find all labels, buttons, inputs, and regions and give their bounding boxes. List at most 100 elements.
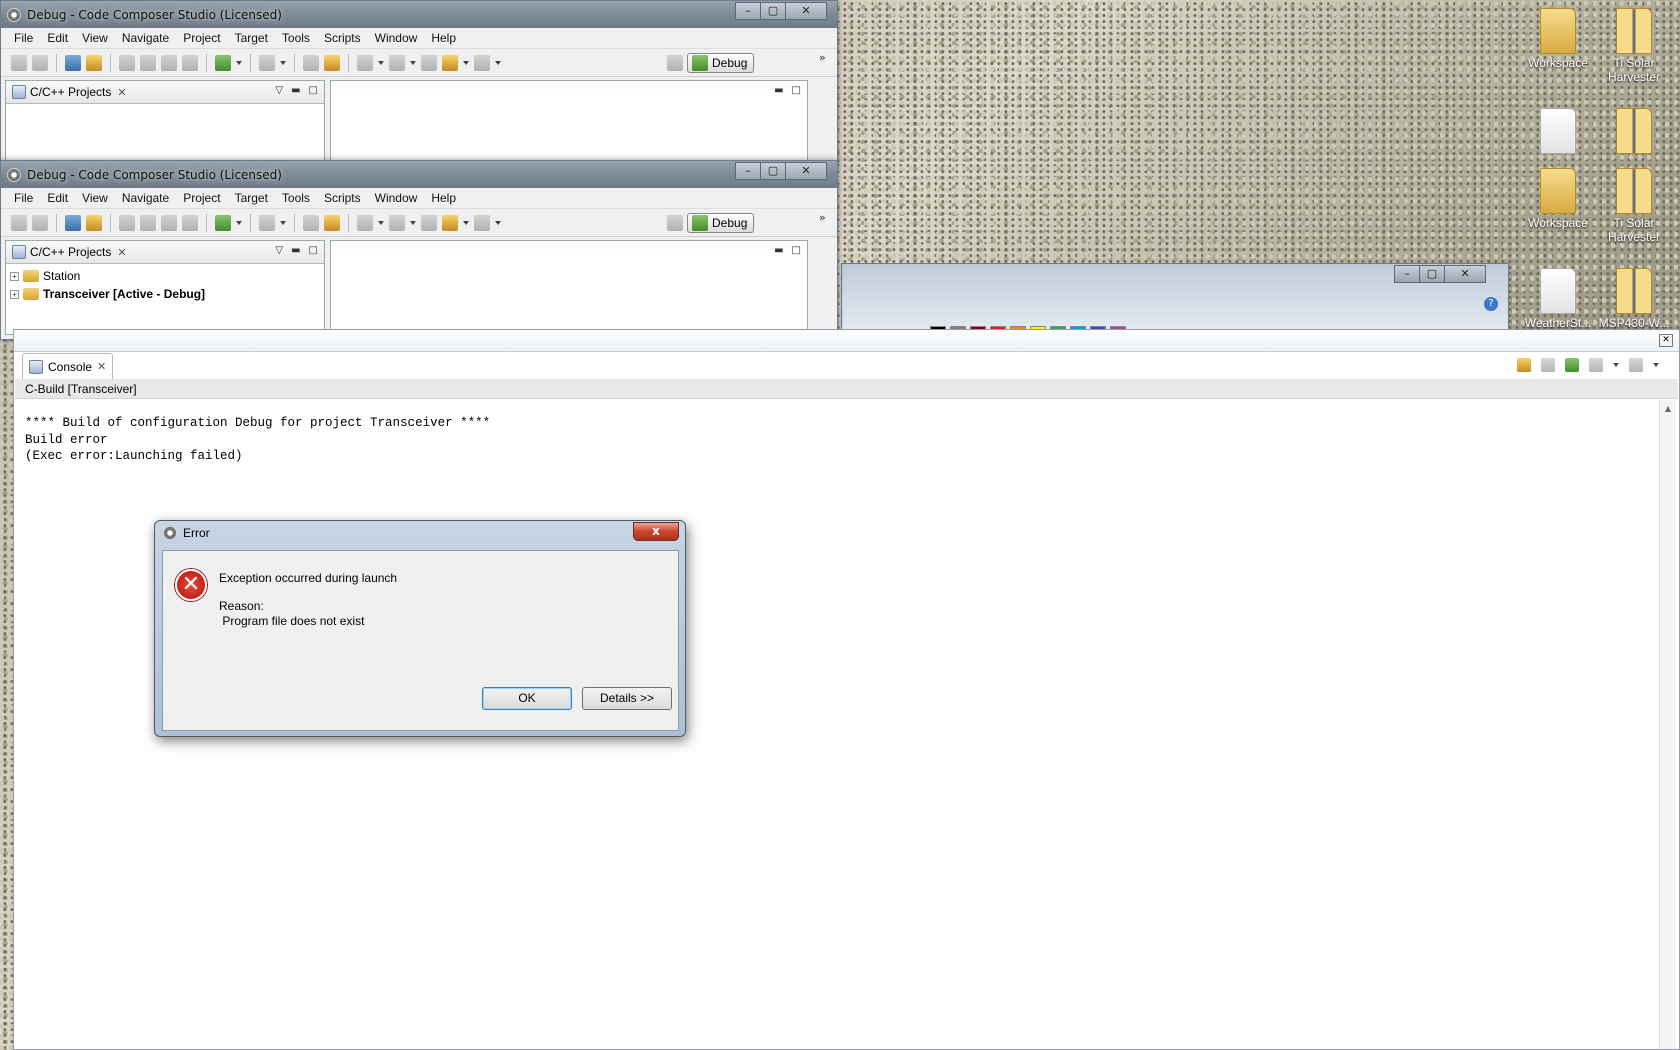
connect-icon[interactable]	[119, 54, 135, 71]
debug-icon[interactable]	[215, 214, 231, 231]
menu-file[interactable]: File	[7, 191, 40, 205]
desktop-icon-msp430[interactable]: MSP430-W...	[1597, 268, 1671, 330]
chevron-down-icon[interactable]	[1613, 363, 1619, 367]
chevron-down-icon[interactable]	[378, 60, 384, 65]
tree-item-station[interactable]: + Station	[10, 267, 320, 285]
desktop-icon-workspace[interactable]: Workspace	[1521, 8, 1595, 70]
step-icon[interactable]	[140, 54, 156, 71]
scroll-up-icon[interactable]: ▲	[1660, 404, 1676, 413]
build-icon[interactable]	[65, 54, 81, 71]
scroll-lock-icon[interactable]	[1517, 358, 1531, 372]
forward-arrow-icon[interactable]	[474, 214, 490, 231]
menu-help[interactable]: Help	[424, 31, 463, 45]
title-bar[interactable]: Debug - Code Composer Studio (Licensed) …	[1, 161, 837, 188]
last-edit-icon[interactable]	[421, 214, 437, 231]
maximize-icon[interactable]: □	[792, 85, 801, 96]
menu-project[interactable]: Project	[176, 31, 227, 45]
display-console-icon[interactable]	[1589, 358, 1603, 372]
dialog-title-bar[interactable]: Error	[163, 526, 210, 540]
menu-project[interactable]: Project	[176, 191, 227, 205]
restart-icon[interactable]	[182, 54, 198, 71]
chevron-down-icon[interactable]	[280, 220, 286, 225]
close-button[interactable]: ✕	[785, 162, 827, 180]
expand-icon[interactable]: +	[10, 271, 19, 281]
save-icon[interactable]	[11, 214, 27, 231]
tree-item-transceiver[interactable]: + Transceiver [Active - Debug]	[10, 285, 320, 303]
chevron-down-icon[interactable]	[410, 60, 416, 65]
run-icon[interactable]	[259, 54, 275, 71]
step-icon[interactable]	[140, 214, 156, 231]
debug-perspective-button[interactable]: Debug	[687, 213, 755, 233]
open-perspective-icon[interactable]	[667, 55, 683, 71]
details-button[interactable]: Details >>	[582, 687, 672, 710]
close-button[interactable]: ✕	[1444, 265, 1486, 283]
console-tab[interactable]: Console ✕	[22, 353, 114, 379]
debug-icon[interactable]	[215, 54, 231, 71]
desktop-icon-weatherst[interactable]: WeatherSt...	[1521, 268, 1595, 330]
menu-edit[interactable]: Edit	[40, 31, 75, 45]
close-icon[interactable]: ✕	[97, 360, 106, 373]
rebuild-icon[interactable]	[86, 214, 102, 231]
title-bar[interactable]: Debug - Code Composer Studio (Licensed) …	[1, 1, 837, 28]
maximize-button[interactable]: ▢	[760, 162, 786, 180]
chevron-down-icon[interactable]	[463, 220, 469, 225]
menu-tools[interactable]: Tools	[275, 191, 317, 205]
menu-view[interactable]: View	[75, 191, 115, 205]
view-menu-icon[interactable]: ▽	[275, 85, 283, 96]
menu-view[interactable]: View	[75, 31, 115, 45]
menu-window[interactable]: Window	[368, 191, 425, 205]
desktop-icon-ti-solar-2[interactable]: Ti Solar Harvester	[1597, 168, 1671, 244]
minimize-button[interactable]: –	[1394, 265, 1420, 283]
view-menu-icon[interactable]: ▽	[275, 245, 283, 256]
forward-arrow-icon[interactable]	[474, 54, 490, 71]
minimize-icon[interactable]: ▬	[774, 245, 783, 256]
close-icon[interactable]: ✕	[117, 86, 126, 99]
pen-icon[interactable]	[303, 54, 319, 71]
close-icon[interactable]: ✕	[117, 246, 126, 259]
maximize-icon[interactable]: □	[309, 245, 318, 256]
pin-console-icon[interactable]	[1565, 358, 1579, 372]
clear-console-icon[interactable]	[1541, 358, 1555, 372]
chevron-down-icon[interactable]	[280, 60, 286, 65]
minimize-button[interactable]: –	[735, 162, 761, 180]
debug-perspective-button[interactable]: Debug	[687, 53, 755, 73]
menu-window[interactable]: Window	[368, 31, 425, 45]
desktop-icon-zip[interactable]	[1597, 108, 1671, 156]
desktop-icon-workspace-2[interactable]: Workspace	[1521, 168, 1595, 230]
run-icon[interactable]	[259, 214, 275, 231]
back-arrow-icon[interactable]	[442, 214, 458, 231]
pen-icon[interactable]	[303, 214, 319, 231]
expand-icon[interactable]: +	[10, 289, 19, 299]
chevron-down-icon[interactable]	[463, 60, 469, 65]
print-icon[interactable]	[32, 214, 48, 231]
reset-icon[interactable]	[161, 54, 177, 71]
menu-navigate[interactable]: Navigate	[115, 31, 176, 45]
open-console-icon[interactable]	[1629, 358, 1643, 372]
chevron-down-icon[interactable]	[495, 220, 501, 225]
menu-navigate[interactable]: Navigate	[115, 191, 176, 205]
menu-help[interactable]: Help	[424, 191, 463, 205]
menu-target[interactable]: Target	[228, 191, 275, 205]
prev-annotation-icon[interactable]	[389, 214, 405, 231]
restart-icon[interactable]	[182, 214, 198, 231]
menu-scripts[interactable]: Scripts	[317, 191, 368, 205]
menu-scripts[interactable]: Scripts	[317, 31, 368, 45]
close-icon[interactable]: ✕	[1659, 334, 1673, 347]
chevron-down-icon[interactable]	[378, 220, 384, 225]
more-chevron-icon[interactable]: »	[819, 211, 826, 224]
maximize-button[interactable]: ▢	[1419, 265, 1445, 283]
back-arrow-icon[interactable]	[442, 54, 458, 71]
rebuild-icon[interactable]	[86, 54, 102, 71]
next-annotation-icon[interactable]	[357, 214, 373, 231]
maximize-button[interactable]: ▢	[760, 2, 786, 20]
print-icon[interactable]	[32, 54, 48, 71]
dialog-close-button[interactable]: x	[633, 522, 679, 541]
chevron-down-icon[interactable]	[410, 220, 416, 225]
chevron-down-icon[interactable]	[236, 220, 242, 225]
next-annotation-icon[interactable]	[357, 54, 373, 71]
menu-file[interactable]: File	[7, 31, 40, 45]
save-icon[interactable]	[11, 54, 27, 71]
close-button[interactable]: ✕	[785, 2, 827, 20]
console-scrollbar[interactable]: ▲	[1659, 400, 1676, 1049]
desktop-icon-ti-solar[interactable]: Ti Solar Harvester	[1597, 8, 1671, 84]
